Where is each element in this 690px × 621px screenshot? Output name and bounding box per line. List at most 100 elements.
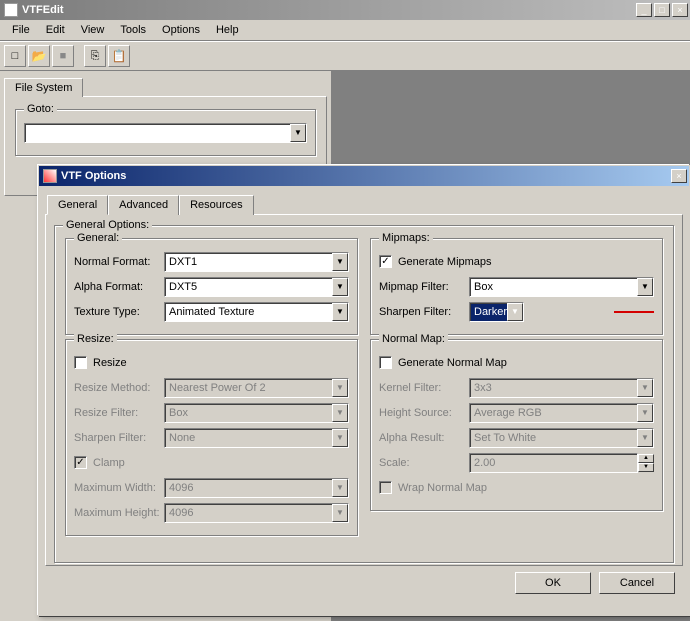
minimize-button[interactable]: _ bbox=[636, 3, 652, 17]
menu-edit[interactable]: Edit bbox=[38, 22, 73, 38]
alpha-format-label: Alpha Format: bbox=[74, 281, 164, 293]
resize-method-label: Resize Method: bbox=[74, 382, 164, 394]
toolbar-open-button[interactable]: 📂 bbox=[28, 45, 50, 67]
alpha-result-value: Set To White bbox=[474, 432, 536, 444]
normal-format-combo[interactable]: DXT1 ▼ bbox=[164, 252, 349, 272]
mipmap-sharpen-value: Darker bbox=[474, 306, 507, 318]
dialog-close-button[interactable]: × bbox=[671, 169, 687, 183]
mipmap-filter-combo[interactable]: Box ▼ bbox=[469, 277, 654, 297]
chevron-down-icon: ▼ bbox=[332, 504, 348, 522]
mipmap-filter-value: Box bbox=[474, 281, 493, 293]
menu-help[interactable]: Help bbox=[208, 22, 247, 38]
menu-options[interactable]: Options bbox=[154, 22, 208, 38]
toolbar-paste-button[interactable]: 📋 bbox=[108, 45, 130, 67]
max-height-label: Maximum Height: bbox=[74, 507, 164, 519]
chevron-down-icon: ▼ bbox=[290, 124, 306, 142]
general-options-legend: General Options: bbox=[63, 219, 152, 231]
menubar: File Edit View Tools Options Help bbox=[0, 20, 690, 41]
menu-tools[interactable]: Tools bbox=[112, 22, 154, 38]
goto-combo[interactable]: ▼ bbox=[24, 123, 307, 143]
open-icon: 📂 bbox=[32, 49, 47, 63]
generate-mipmaps-checkbox[interactable]: ✓ bbox=[379, 255, 392, 268]
tab-general[interactable]: General bbox=[47, 195, 108, 215]
general-legend: General: bbox=[74, 232, 122, 244]
resize-filter-value: Box bbox=[169, 407, 188, 419]
cancel-button[interactable]: Cancel bbox=[599, 572, 675, 594]
toolbar-new-button[interactable]: □ bbox=[4, 45, 26, 67]
resize-sharpen-label: Sharpen Filter: bbox=[74, 432, 164, 444]
chevron-down-icon: ▼ bbox=[507, 303, 523, 321]
alpha-format-combo[interactable]: DXT5▼ bbox=[164, 277, 349, 297]
max-height-value: 4096 bbox=[169, 507, 193, 519]
maximize-button[interactable]: □ bbox=[654, 3, 670, 17]
scale-input: 2.00 bbox=[469, 453, 638, 473]
dialog-titlebar: VTF Options × bbox=[39, 166, 689, 186]
menu-view[interactable]: View bbox=[73, 22, 113, 38]
kernel-filter-label: Kernel Filter: bbox=[379, 382, 469, 394]
scale-value: 2.00 bbox=[474, 457, 495, 469]
resize-sharpen-value: None bbox=[169, 432, 195, 444]
menu-file[interactable]: File bbox=[4, 22, 38, 38]
tab-resources[interactable]: Resources bbox=[179, 195, 254, 215]
alpha-format-value: DXT5 bbox=[169, 281, 197, 293]
max-width-value: 4096 bbox=[169, 482, 193, 494]
texture-type-combo[interactable]: Animated Texture▼ bbox=[164, 302, 349, 322]
alpha-result-label: Alpha Result: bbox=[379, 432, 469, 444]
normalmap-legend: Normal Map: bbox=[379, 333, 448, 345]
mipmaps-legend: Mipmaps: bbox=[379, 232, 433, 244]
clamp-checkbox: ✓ bbox=[74, 456, 87, 469]
mipmap-sharpen-label: Sharpen Filter: bbox=[379, 306, 469, 318]
copy-icon: ⎘ bbox=[91, 50, 100, 63]
spinner-up-icon: ▲ bbox=[638, 454, 654, 463]
resize-filter-combo: Box ▼ bbox=[164, 403, 349, 423]
chevron-down-icon: ▼ bbox=[332, 479, 348, 497]
max-width-label: Maximum Width: bbox=[74, 482, 164, 494]
toolbar-save-button[interactable]: ■ bbox=[52, 45, 74, 67]
chevron-down-icon: ▼ bbox=[332, 404, 348, 422]
height-source-label: Height Source: bbox=[379, 407, 469, 419]
height-source-combo: Average RGB▼ bbox=[469, 403, 654, 423]
scale-label: Scale: bbox=[379, 457, 469, 469]
chevron-down-icon: ▼ bbox=[637, 404, 653, 422]
resize-filter-label: Resize Filter: bbox=[74, 407, 164, 419]
chevron-down-icon: ▼ bbox=[637, 429, 653, 447]
chevron-down-icon: ▼ bbox=[332, 429, 348, 447]
chevron-down-icon: ▼ bbox=[332, 303, 348, 321]
toolbar-copy-button[interactable]: ⎘ bbox=[84, 45, 106, 67]
general-tab-panel: General Options: General: Normal Format:… bbox=[45, 214, 683, 566]
clamp-label: Clamp bbox=[93, 457, 125, 469]
close-button[interactable]: × bbox=[672, 3, 688, 17]
chevron-down-icon: ▼ bbox=[332, 253, 348, 271]
app-icon bbox=[4, 3, 18, 17]
kernel-filter-combo: 3x3 ▼ bbox=[469, 378, 654, 398]
generate-normalmap-checkbox[interactable] bbox=[379, 356, 392, 369]
toolbar-separator bbox=[76, 45, 82, 67]
alpha-result-combo: Set To White ▼ bbox=[469, 428, 654, 448]
toolbar: □ 📂 ■ ⎘ 📋 bbox=[0, 41, 690, 71]
mipmap-filter-label: Mipmap Filter: bbox=[379, 281, 469, 293]
spinner-down-icon: ▼ bbox=[638, 463, 654, 472]
normal-format-value: DXT1 bbox=[169, 256, 197, 268]
paste-icon: 📋 bbox=[112, 49, 127, 63]
tab-advanced[interactable]: Advanced bbox=[108, 195, 179, 215]
chevron-down-icon: ▼ bbox=[637, 379, 653, 397]
wrap-normalmap-label: Wrap Normal Map bbox=[398, 482, 487, 494]
ok-button[interactable]: OK bbox=[515, 572, 591, 594]
chevron-down-icon: ▼ bbox=[332, 379, 348, 397]
resize-checkbox[interactable] bbox=[74, 356, 87, 369]
texture-type-label: Texture Type: bbox=[74, 306, 164, 318]
goto-label: Goto: bbox=[24, 103, 57, 115]
resize-label: Resize bbox=[93, 357, 127, 369]
save-icon: ■ bbox=[60, 50, 67, 62]
resize-legend: Resize: bbox=[74, 333, 117, 345]
mipmap-sharpen-combo[interactable]: Darker▼ bbox=[469, 302, 524, 322]
tab-file-system[interactable]: File System bbox=[4, 78, 83, 97]
chevron-down-icon: ▼ bbox=[637, 278, 653, 296]
vtf-options-dialog: VTF Options × General Advanced Resources… bbox=[38, 165, 690, 616]
app-title: VTFEdit bbox=[22, 4, 636, 16]
resize-method-combo: Nearest Power Of 2 ▼ bbox=[164, 378, 349, 398]
resize-sharpen-combo: None ▼ bbox=[164, 428, 349, 448]
kernel-filter-value: 3x3 bbox=[474, 382, 492, 394]
max-width-combo: 4096 ▼ bbox=[164, 478, 349, 498]
resize-method-value: Nearest Power Of 2 bbox=[169, 382, 266, 394]
